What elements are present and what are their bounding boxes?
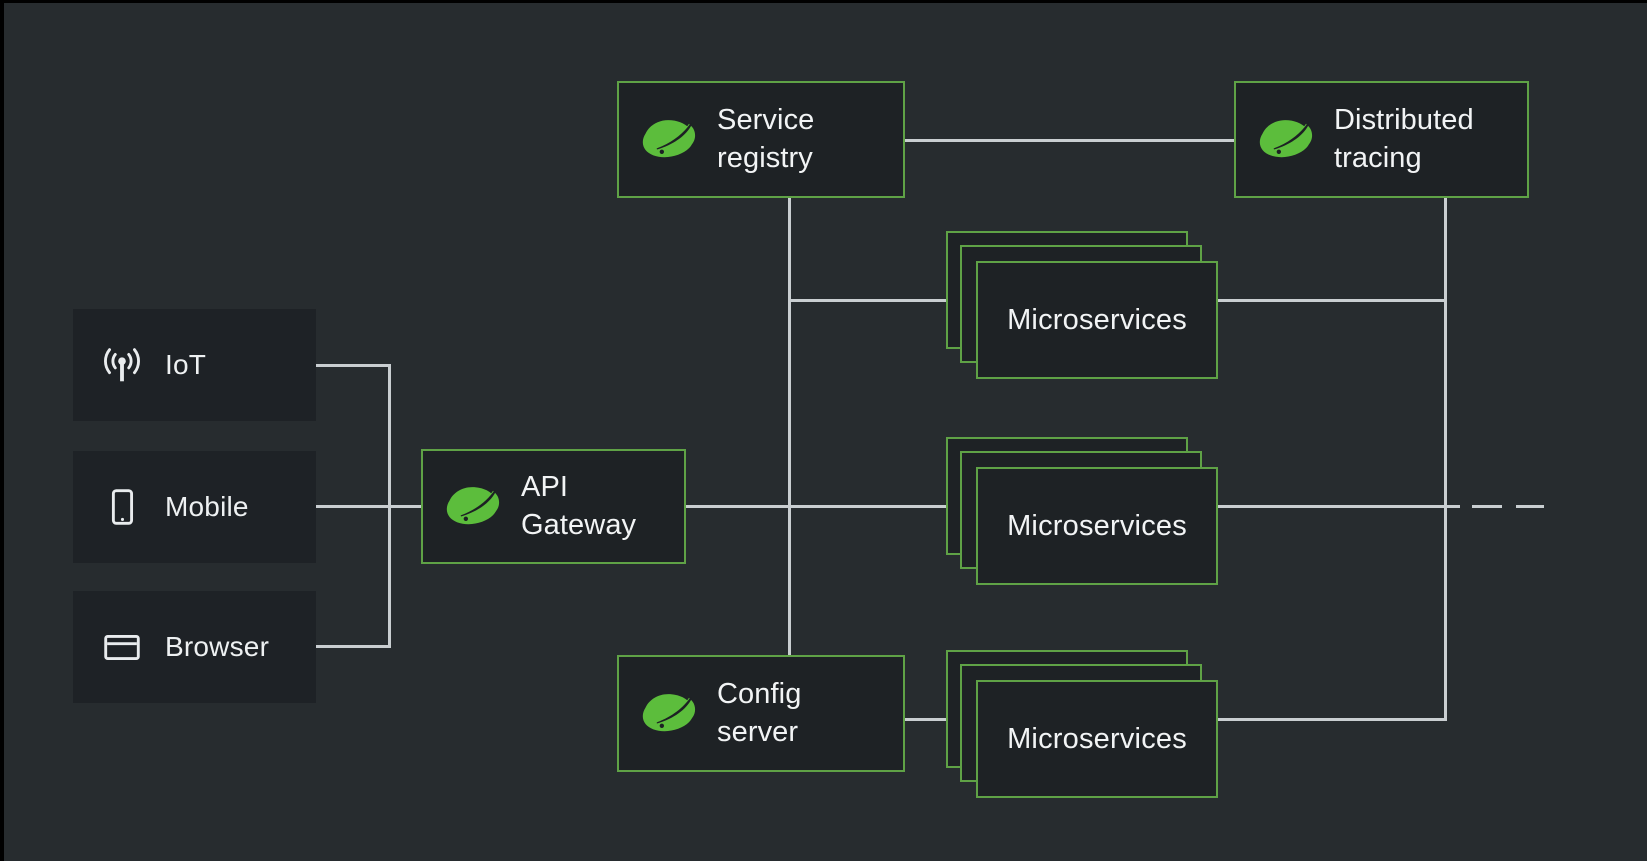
wire-microservices-top-to-tracing-bus: [1215, 299, 1447, 302]
node-label: Config server: [717, 678, 802, 748]
spring-leaf-icon: [1259, 119, 1313, 157]
node-label: Service registry: [717, 104, 815, 174]
wire-registry-to-tracing: [904, 139, 1238, 142]
microservices-label: Microservices: [1007, 722, 1187, 755]
browser-window-icon: [104, 635, 140, 660]
smartphone-icon: [111, 489, 134, 525]
diagram-canvas: Microservices Microservices Microservice…: [4, 3, 1647, 861]
client-tile-browser[interactable]: Browser: [73, 591, 316, 703]
antenna-signal-icon: [104, 348, 140, 382]
node-distributed-tracing[interactable]: Distributed tracing: [1234, 81, 1529, 198]
spring-leaf-icon: [642, 693, 696, 731]
wire-api-gateway-to-microservices-middle: [684, 505, 989, 508]
node-label: API Gateway: [521, 471, 637, 541]
wire-tracing-vertical-bus: [1444, 191, 1447, 720]
wire-browser-to-client-bus: [315, 645, 391, 648]
wire-microservices-middle-to-edge: [1215, 505, 1460, 508]
microservices-middle-group[interactable]: Microservices: [946, 437, 1218, 585]
microservices-bottom-group[interactable]: Microservices: [946, 650, 1218, 798]
node-config-server[interactable]: Config server: [617, 655, 905, 772]
wire-iot-to-client-bus: [315, 364, 391, 367]
client-tile-iot[interactable]: IoT: [73, 309, 316, 421]
node-service-registry[interactable]: Service registry: [617, 81, 905, 198]
spring-leaf-icon: [446, 486, 500, 524]
microservices-label: Microservices: [1007, 303, 1187, 336]
microservices-top-group[interactable]: Microservices: [946, 231, 1218, 379]
microservices-label: Microservices: [1007, 509, 1187, 542]
client-label: IoT: [165, 349, 207, 380]
wire-edge-dash-1: [1472, 505, 1502, 508]
node-label: Distributed tracing: [1334, 104, 1474, 174]
wire-clients-to-api-gateway: [315, 505, 435, 508]
client-tile-mobile[interactable]: Mobile: [73, 451, 316, 563]
node-api-gateway[interactable]: API Gateway: [421, 449, 686, 564]
wire-tracing-bus-to-microservices-bottom: [1215, 718, 1447, 721]
wire-edge-dash-2: [1516, 505, 1544, 508]
spring-leaf-icon: [642, 119, 696, 157]
wire-registry-vertical-bus: [788, 191, 791, 663]
client-label: Browser: [165, 631, 270, 662]
client-label: Mobile: [165, 491, 249, 522]
